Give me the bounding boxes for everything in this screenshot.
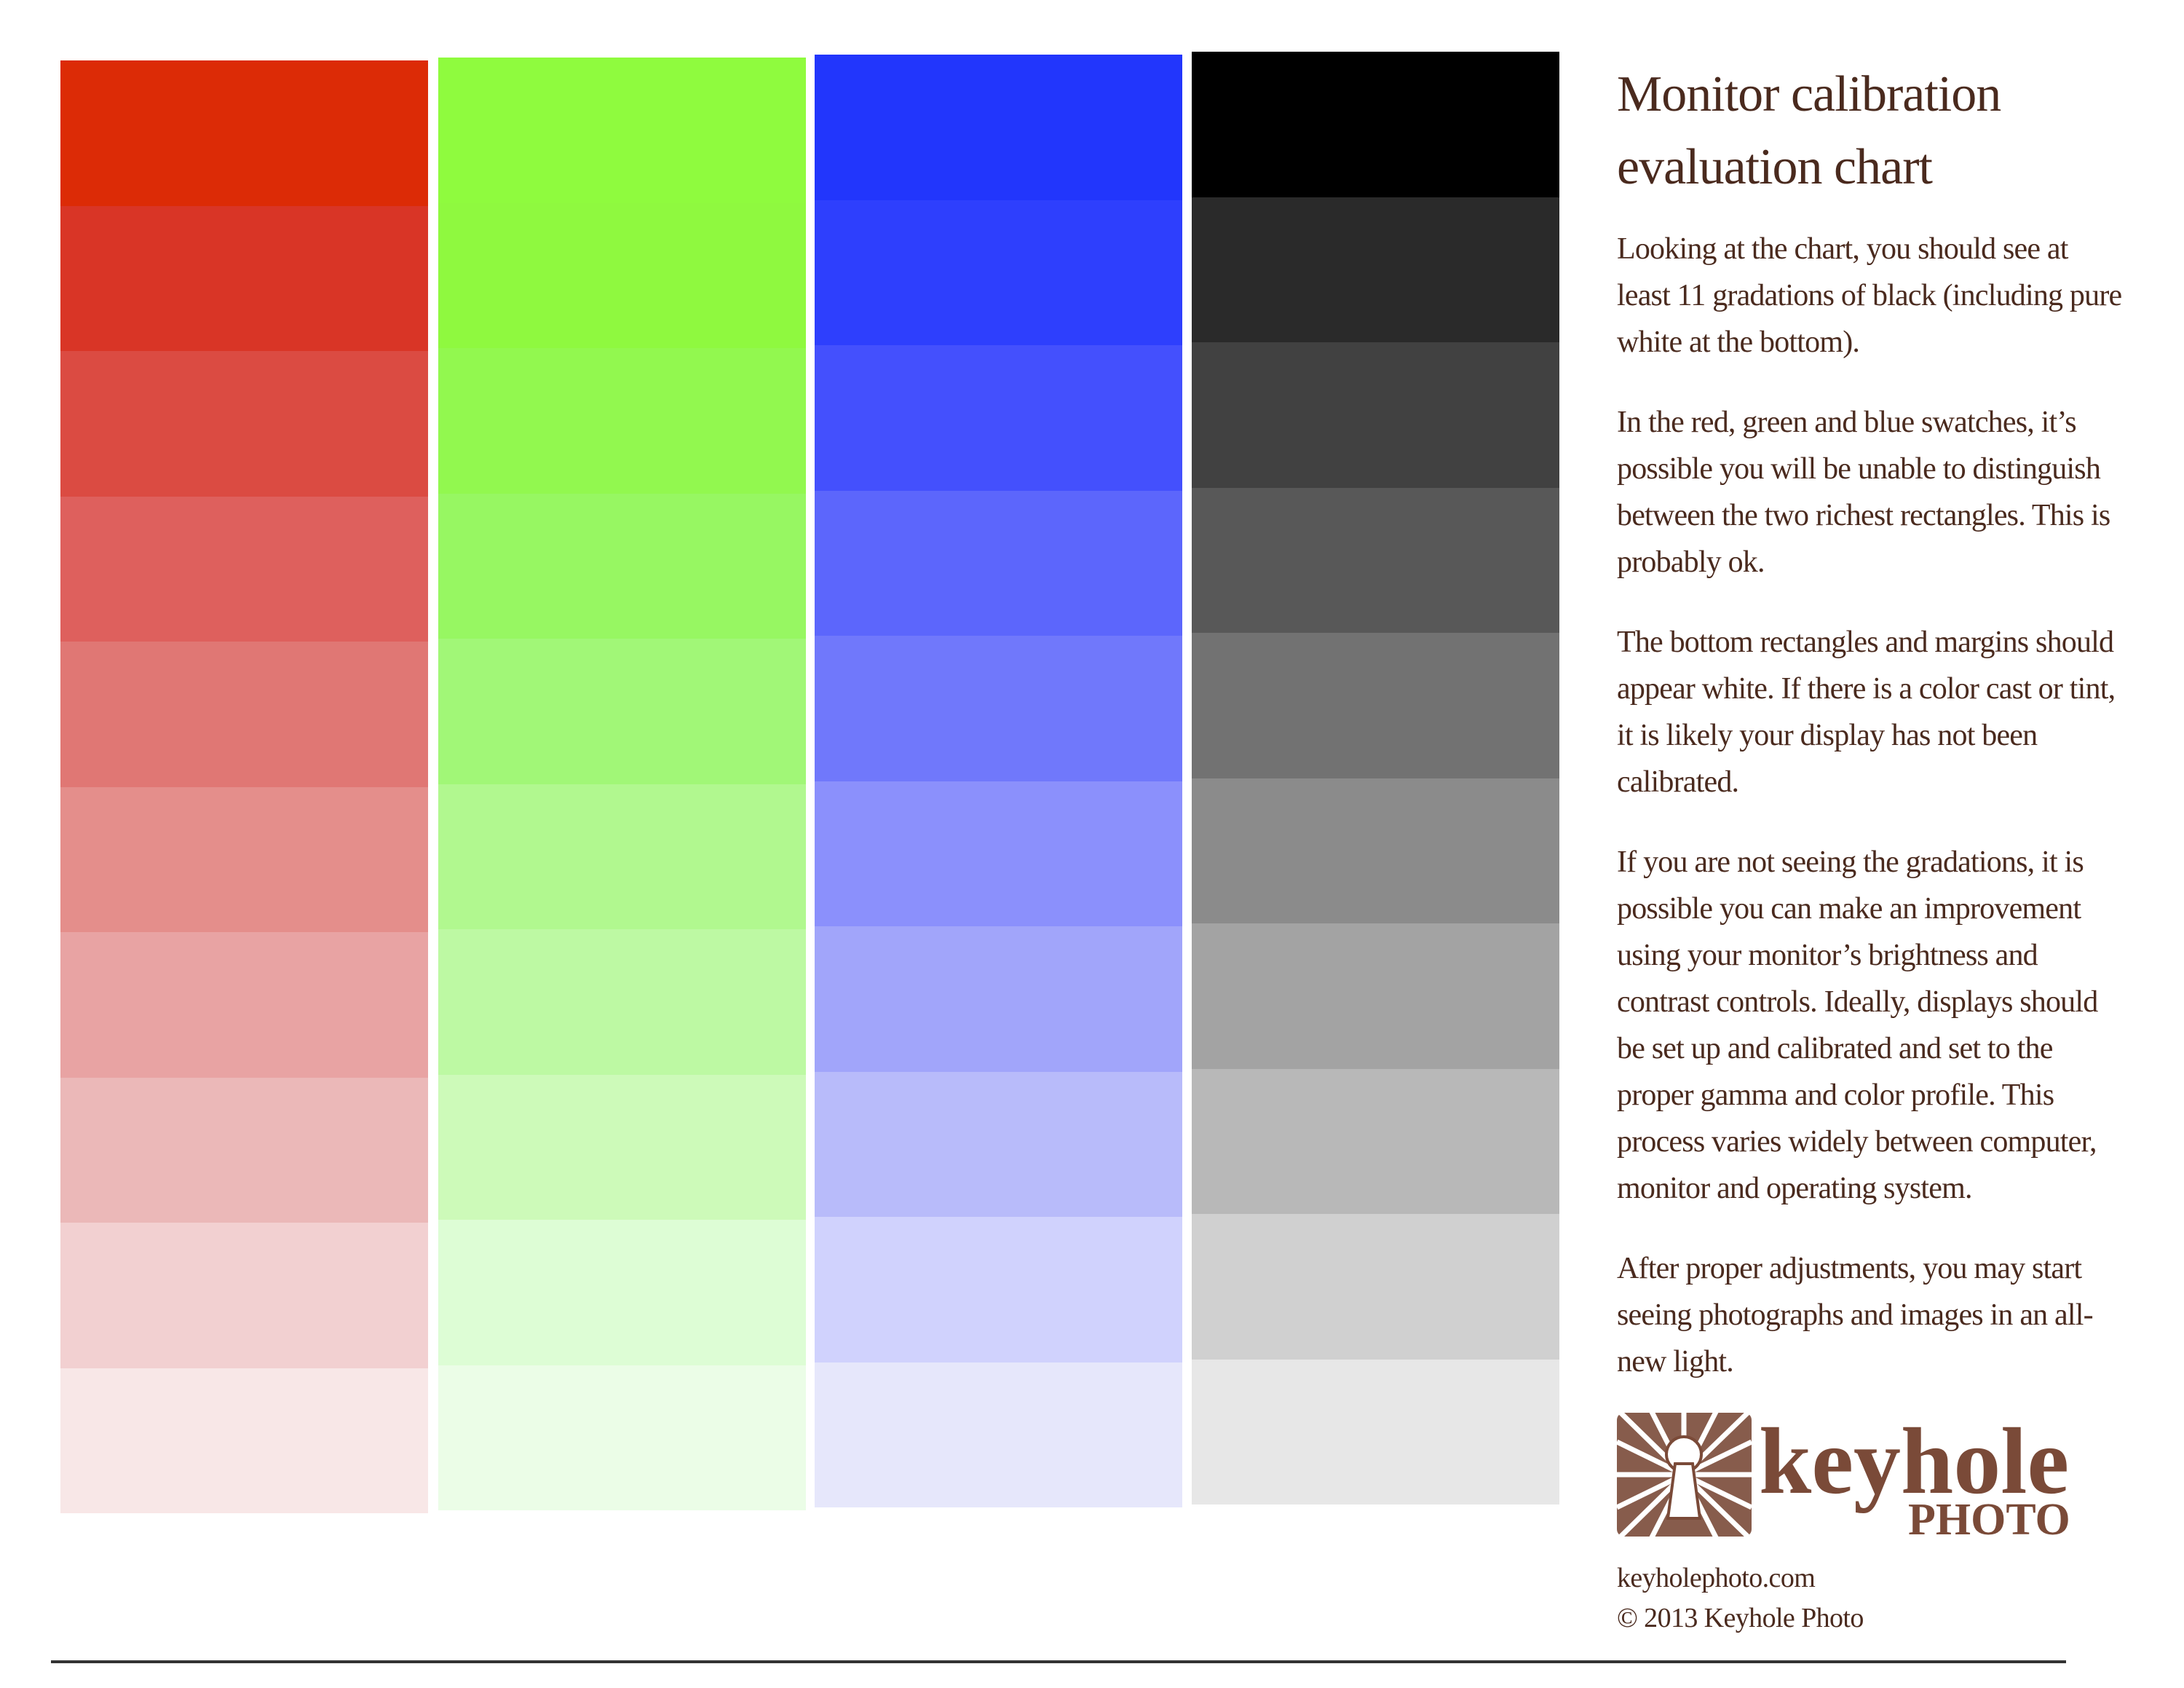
keyhole-photo-logo: keyhole PHOTO (1615, 1407, 2070, 1545)
red-swatch-2 (60, 205, 428, 351)
green-swatch-6 (438, 784, 806, 929)
green-swatch-8 (438, 1074, 806, 1220)
green-swatch-7 (438, 929, 806, 1075)
keyhole-sunburst-icon: keyhole PHOTO (1615, 1407, 2070, 1545)
blue-swatch-4 (815, 490, 1182, 636)
copyright-text: © 2013 Keyhole Photo (1617, 1603, 1864, 1633)
blue-swatch-3 (815, 345, 1182, 491)
red-swatch-7 (60, 932, 428, 1078)
green-swatch-2 (438, 202, 806, 348)
red-swatch-3 (60, 351, 428, 497)
gray-swatch-5 (1192, 633, 1559, 778)
logo-sub: PHOTO (1908, 1495, 2068, 1540)
green-swatch-5 (438, 639, 806, 784)
blue-swatch-7 (815, 926, 1182, 1072)
green-swatch-1 (438, 58, 806, 203)
title-line-1: Monitor calibration (1617, 66, 2001, 122)
paragraph-rgb: In the red, green and blue swatches, it’… (1617, 406, 2110, 579)
blue-swatch-9 (815, 1217, 1182, 1362)
paragraph-adjust: If you are not seeing the gradations, it… (1617, 845, 2098, 1205)
red-swatch-10 (60, 1368, 428, 1513)
paragraph-after: After proper adjustments, you may start … (1617, 1252, 2094, 1379)
blue-swatch-2 (815, 200, 1182, 345)
website-link[interactable]: keyholephoto.com (1617, 1562, 1816, 1594)
page-title: Monitor calibration evaluation chart (1617, 58, 2126, 204)
bottom-rule (51, 1660, 2066, 1663)
paragraph-gradations: Looking at the chart, you should see at … (1617, 232, 2122, 359)
gray-swatch-10 (1192, 1359, 1559, 1504)
blue-swatch-8 (815, 1071, 1182, 1217)
green-swatch-4 (438, 493, 806, 639)
gray-swatch-6 (1192, 778, 1559, 923)
gray-swatch-8 (1192, 1068, 1559, 1214)
red-swatch-1 (60, 60, 428, 206)
gray-swatch-2 (1192, 197, 1559, 342)
blue-swatch-6 (815, 781, 1182, 926)
paragraph-white: The bottom rectangles and margins should… (1617, 626, 2116, 799)
blue-swatch-1 (815, 55, 1182, 200)
red-swatch-4 (60, 496, 428, 642)
blue-swatch-5 (815, 636, 1182, 781)
gray-swatch-3 (1192, 342, 1559, 488)
description-panel: Monitor calibration evaluation chart Loo… (1617, 58, 2126, 1419)
gray-swatch-7 (1192, 923, 1559, 1069)
green-swatch-10 (438, 1365, 806, 1510)
gray-swatch-1 (1192, 52, 1559, 197)
red-swatch-5 (60, 642, 428, 787)
title-line-2: evaluation chart (1617, 139, 1933, 195)
gray-swatch-9 (1192, 1214, 1559, 1360)
blue-swatch-10 (815, 1362, 1182, 1507)
green-swatch-column (438, 58, 806, 1510)
red-swatch-6 (60, 786, 428, 932)
green-swatch-3 (438, 348, 806, 494)
gray-swatch-4 (1192, 487, 1559, 633)
green-swatch-9 (438, 1220, 806, 1365)
blue-swatch-column (815, 55, 1182, 1507)
red-swatch-8 (60, 1077, 428, 1223)
red-swatch-column (60, 60, 428, 1513)
red-swatch-9 (60, 1223, 428, 1368)
gray-swatch-column (1192, 52, 1559, 1504)
